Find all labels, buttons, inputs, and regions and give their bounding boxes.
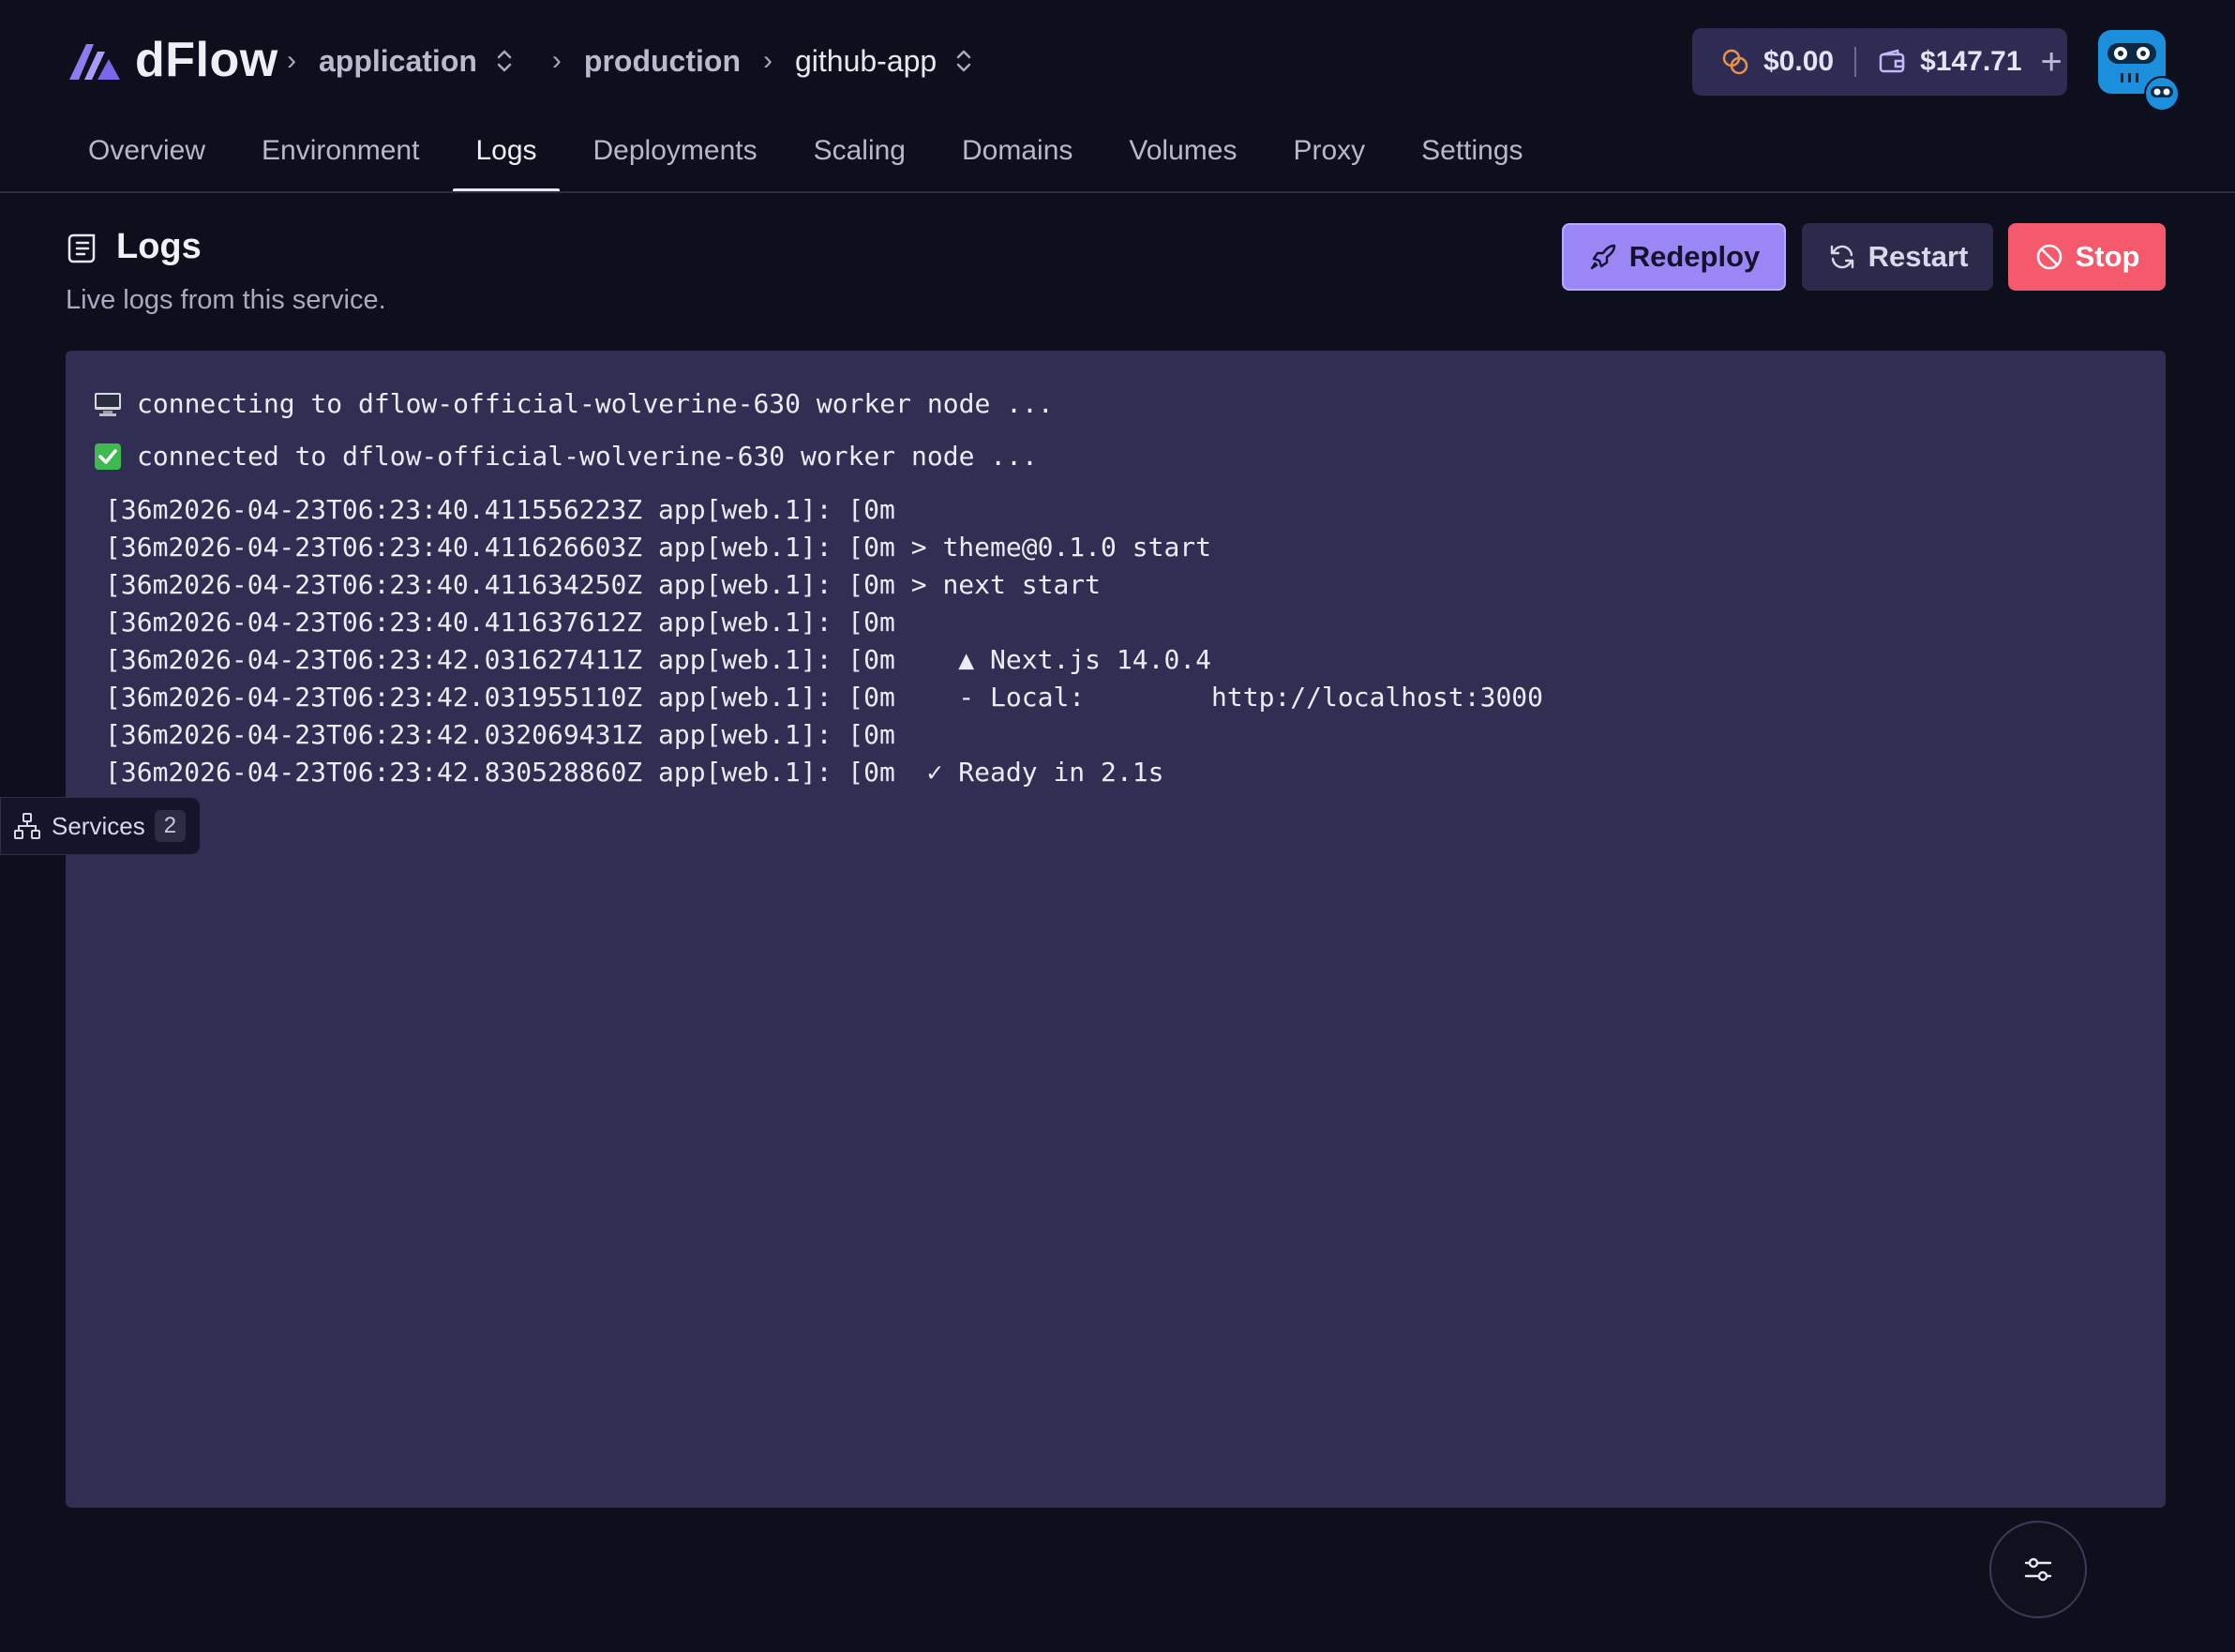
refresh-icon (1827, 242, 1857, 272)
log-status-text: connecting to dflow-official-wolverine-6… (137, 388, 1054, 419)
tab-deployments[interactable]: Deployments (565, 122, 786, 192)
balance-amount: $147.71 (1920, 46, 2022, 77)
log-line: [36m2026-04-23T06:23:42.031955110Z app[w… (105, 682, 1544, 713)
settings-fab-button[interactable] (1989, 1521, 2087, 1618)
credits-amount: $0.00 (1763, 46, 1835, 77)
breadcrumb-service[interactable]: github-app (795, 44, 937, 79)
services-toggle[interactable]: Services 2 (0, 797, 201, 855)
breadcrumb-environment[interactable]: production (584, 44, 741, 79)
wallet-widget[interactable]: $0.00 $147.71 + (1692, 28, 2067, 96)
wallet-icon (1877, 47, 1907, 77)
brand[interactable]: dFlow (68, 32, 278, 88)
redeploy-button[interactable]: Redeploy (1562, 223, 1786, 291)
log-status-line: connecting to dflow-official-wolverine-6… (94, 388, 1054, 419)
chevron-right-icon: › (551, 45, 562, 76)
checkmark-icon (94, 443, 122, 470)
tab-divider (0, 191, 2235, 193)
brand-name: dFlow (135, 33, 278, 87)
log-line: [36m2026-04-23T06:23:42.032069431Z app[w… (105, 719, 895, 750)
avatar[interactable] (2096, 28, 2182, 113)
page-title: Logs (66, 227, 202, 267)
tab-scaling[interactable]: Scaling (786, 122, 934, 192)
rocket-icon (1588, 242, 1618, 272)
log-line: [36m2026-04-23T06:23:40.411634250Z app[w… (105, 569, 1102, 600)
services-label: Services (52, 811, 145, 840)
tab-proxy[interactable]: Proxy (1265, 122, 1393, 192)
log-lines: [36m2026-04-23T06:23:40.411556223Z app[w… (105, 491, 1543, 791)
tab-settings[interactable]: Settings (1393, 122, 1551, 192)
stop-button[interactable]: Stop (2008, 223, 2166, 291)
sliders-icon (2022, 1554, 2054, 1585)
breadcrumb: › application › production › github-app (281, 38, 974, 84)
restart-label: Restart (1868, 240, 1969, 273)
redeploy-label: Redeploy (1628, 240, 1761, 273)
chevron-up-down-icon[interactable] (494, 47, 515, 75)
tab-volumes[interactable]: Volumes (1101, 122, 1265, 192)
services-count-badge: 2 (154, 810, 187, 842)
stop-label: Stop (2075, 240, 2140, 273)
coins-icon (1720, 47, 1750, 77)
log-line: [36m2026-04-23T06:23:40.411626603Z app[w… (105, 532, 1212, 563)
log-status-line: connected to dflow-official-wolverine-63… (94, 441, 1038, 472)
chevron-up-down-icon[interactable] (953, 47, 974, 75)
dflow-logo-icon (68, 37, 122, 83)
section-title: Logs (116, 227, 202, 266)
log-line: [36m2026-04-23T06:23:40.411637612Z app[w… (105, 607, 895, 638)
network-icon (12, 811, 42, 841)
log-line: [36m2026-04-23T06:23:40.411556223Z app[w… (105, 494, 895, 525)
tab-logs[interactable]: Logs (447, 122, 564, 192)
scroll-text-icon (66, 230, 101, 265)
log-status-text: connected to dflow-official-wolverine-63… (137, 441, 1038, 472)
section-subtitle: Live logs from this service. (66, 285, 386, 315)
log-line: [36m2026-04-23T06:23:42.830528860Z app[w… (105, 757, 1164, 788)
chevron-right-icon: › (287, 45, 296, 76)
divider (1854, 47, 1857, 77)
tab-overview[interactable]: Overview (60, 122, 233, 192)
ban-icon (2034, 242, 2064, 272)
breadcrumb-project[interactable]: application (319, 44, 477, 79)
log-panel[interactable]: connecting to dflow-official-wolverine-6… (66, 351, 2166, 1508)
tab-domains[interactable]: Domains (934, 122, 1101, 192)
tab-environment[interactable]: Environment (233, 122, 447, 192)
add-funds-button[interactable]: + (2041, 43, 2062, 81)
chevron-right-icon: › (762, 45, 772, 76)
tab-bar: Overview Environment Logs Deployments Sc… (60, 122, 1552, 192)
restart-button[interactable]: Restart (1802, 223, 1993, 291)
computer-icon (94, 391, 122, 417)
log-line: [36m2026-04-23T06:23:42.031627411Z app[w… (105, 644, 1212, 675)
top-bar: dFlow › application › production › githu… (0, 0, 2235, 122)
